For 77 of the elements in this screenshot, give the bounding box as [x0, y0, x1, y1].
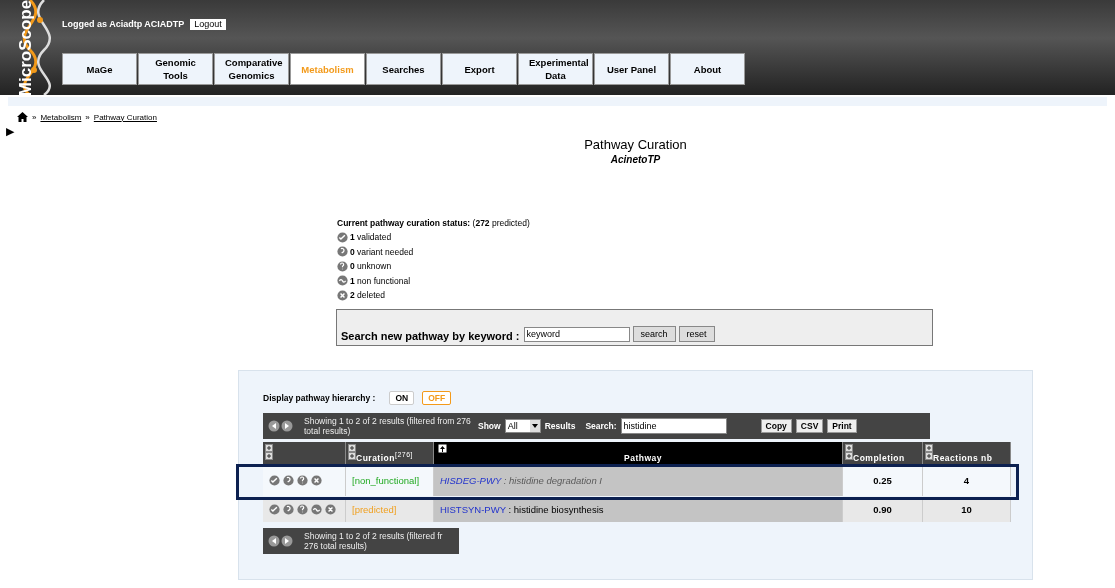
nav-tab[interactable]: Export — [442, 53, 517, 85]
check-icon — [337, 231, 348, 243]
column-header[interactable] — [263, 441, 346, 464]
hierarchy-label: Display pathway hierarchy : — [263, 392, 376, 403]
reactions-count: 4 — [962, 475, 971, 486]
breadcrumb-link[interactable]: Metabolism — [40, 112, 82, 122]
column-header[interactable]: Pathway — [434, 441, 843, 464]
column-header[interactable]: Completion — [843, 441, 923, 464]
check-icon — [269, 504, 280, 515]
show-label: Show — [478, 420, 501, 431]
export-button[interactable]: Copy — [760, 418, 792, 433]
page-subtitle: AcinetoTP — [610, 154, 661, 165]
curl-icon — [283, 504, 294, 515]
reactions-count: 10 — [960, 504, 973, 515]
status-count: 0 unknown — [350, 261, 392, 271]
toggle-button[interactable]: ON — [389, 390, 415, 405]
form-button[interactable]: reset — [678, 325, 715, 342]
page-title: Pathway Curation — [584, 137, 687, 152]
login-status: Logged as Aciadtp ACIADTP — [62, 19, 185, 29]
search-label: Search new pathway by keyword : — [341, 329, 520, 342]
pathway-link[interactable]: HISTSYN-PWY — [440, 504, 506, 515]
export-button[interactable]: Print — [827, 418, 857, 433]
question-icon — [297, 504, 308, 515]
tilde-icon — [337, 275, 348, 286]
question-icon — [297, 475, 308, 486]
breadcrumb-link[interactable]: Pathway Curation — [93, 112, 157, 122]
nav-tab[interactable]: Comparative Genomics — [214, 53, 289, 85]
search-label: Search: — [585, 420, 617, 431]
pathway-link[interactable]: HISDEG-PWY — [440, 475, 502, 486]
cross-icon — [325, 504, 336, 515]
home-icon[interactable] — [17, 112, 28, 122]
expand-arrow[interactable]: ▶ — [6, 126, 1115, 137]
status-count: 1 non functional — [350, 275, 411, 286]
status-count: 2 deleted — [350, 290, 385, 300]
sort-up-icon[interactable] — [438, 443, 447, 453]
sort-icon[interactable] — [925, 443, 933, 460]
results-info: Showing 1 to 2 of 2 results (filtered fr 276 total results) — [304, 530, 444, 551]
column-header[interactable]: Reactions nb — [923, 441, 1011, 464]
sort-icon[interactable] — [265, 443, 273, 460]
nav-tab[interactable]: MaGe — [62, 53, 137, 85]
form-button[interactable]: search — [632, 325, 676, 342]
logout-button[interactable]: Logout — [190, 18, 226, 30]
column-header[interactable]: Curation$^{[276]}$ — [346, 441, 434, 464]
cross-icon — [311, 475, 322, 486]
question-icon — [337, 260, 348, 272]
curl-icon — [283, 475, 294, 486]
curl-icon — [337, 246, 348, 257]
results-label: Results — [544, 420, 576, 431]
check-icon — [269, 475, 280, 486]
breadcrumb-separator: » — [32, 112, 37, 122]
tilde-icon — [311, 504, 322, 515]
status-heading: Current pathway curation status: (272 predicted) — [337, 218, 531, 228]
page-size-select[interactable]: All — [504, 418, 541, 433]
pager-arrows-icon[interactable] — [268, 419, 294, 432]
nav-tab[interactable]: Searches — [366, 53, 441, 85]
nav-tab[interactable]: Experimental Data — [518, 53, 593, 85]
curation-status: [predicted] — [352, 504, 397, 515]
keyword-field[interactable]: keyword — [523, 326, 630, 342]
results-info: Showing 1 to 2 of 2 results (filtered from 276 total results) — [304, 415, 472, 436]
sort-icon[interactable] — [845, 443, 853, 460]
cross-icon — [337, 289, 348, 301]
nav-tab[interactable]: About — [670, 53, 745, 85]
completion-value: 0.90 — [872, 504, 893, 515]
curation-status: [non_functional] — [352, 475, 420, 486]
pathway-name: HISDEG-PWY : histidine degradation I — [440, 475, 602, 486]
nav-tab[interactable]: User Panel — [594, 53, 669, 85]
status-count: 0 variant needed — [350, 246, 414, 257]
pager-arrows-icon[interactable] — [268, 534, 294, 547]
export-button[interactable]: CSV — [795, 418, 824, 433]
filter-field[interactable]: histidine — [620, 417, 727, 434]
nav-tab[interactable]: Genomic Tools — [138, 53, 213, 85]
logo-drawing: MicroScope — [0, 0, 58, 95]
status-count: 1 validated — [350, 232, 392, 242]
breadcrumb-separator: » — [85, 112, 90, 122]
sort-icon[interactable] — [348, 443, 356, 460]
pathway-name: HISTSYN-PWY : histidine biosynthesis — [440, 504, 604, 515]
completion-value: 0.25 — [872, 475, 893, 486]
